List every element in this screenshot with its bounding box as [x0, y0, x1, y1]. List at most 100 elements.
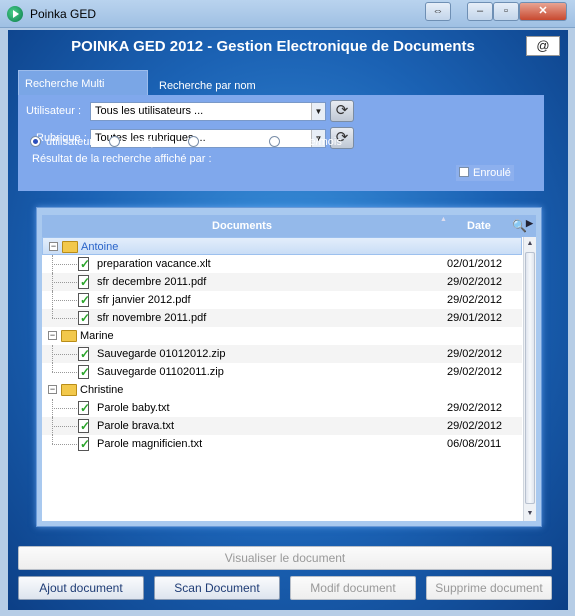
user-select[interactable]: Tous les utilisateurs ... ▼	[90, 102, 326, 121]
collapse-icon[interactable]: −	[49, 242, 58, 251]
minimize-button[interactable]: –	[467, 2, 493, 21]
tree-connector	[52, 264, 77, 265]
tree-connector	[52, 354, 77, 355]
document-check-icon	[78, 311, 90, 325]
document-row[interactable]: Parole brava.txt 29/02/2012	[42, 417, 522, 435]
scroll-down-icon[interactable]: ▼	[524, 507, 536, 521]
document-row[interactable]: Parole magnificien.txt 06/08/2011	[42, 435, 522, 453]
app-title: POINKA GED 2012 - Gestion Electronique d…	[71, 38, 475, 55]
display-by-label: Résultat de la recherche affiché par :	[32, 153, 212, 165]
tree-connector	[52, 309, 53, 318]
folder-icon	[61, 384, 77, 396]
window-titlebar: Poinka GED ⇔ – ▫ ✕	[0, 0, 575, 28]
refresh-icon: ⟳	[335, 102, 349, 119]
document-date: 29/02/2012	[447, 366, 503, 378]
document-check-icon	[78, 401, 90, 415]
radio-annee-mois[interactable]: année/mois	[269, 136, 342, 148]
tree-connector	[52, 363, 53, 372]
document-name: Parole magnificien.txt	[97, 438, 203, 450]
document-date: 29/02/2012	[447, 420, 503, 432]
document-name: sfr decembre 2011.pdf	[97, 276, 207, 288]
user-select-value: Tous les utilisateurs ...	[95, 105, 204, 117]
user-refresh-button[interactable]: ⟳	[330, 100, 354, 122]
maximize-button[interactable]: ▫	[493, 2, 519, 21]
radio-utilisateur[interactable]: utilisateur	[30, 136, 93, 148]
document-date: 06/08/2011	[447, 438, 502, 450]
document-date: 29/02/2012	[447, 276, 503, 288]
tree-connector	[52, 444, 77, 445]
radio-unchecked-icon	[109, 136, 120, 147]
tree-connector	[52, 300, 77, 301]
document-check-icon	[78, 347, 90, 361]
document-date: 02/01/2012	[447, 258, 503, 270]
email-button[interactable]: @	[526, 36, 560, 56]
tab-multi-criteria-search[interactable]: Recherche Multi Critères	[18, 70, 148, 116]
document-row[interactable]: sfr janvier 2012.pdf 29/02/2012	[42, 291, 522, 309]
document-name: preparation vacance.xlt	[97, 258, 211, 270]
list-header: Documents ▲ Date 🔍 ▶	[42, 215, 536, 237]
documents-tree[interactable]: Documents ▲ Date 🔍 ▶ − Antoine preparation…	[42, 215, 536, 521]
scrollbar-thumb[interactable]	[525, 252, 535, 504]
tree-group-row[interactable]: − Christine	[42, 381, 522, 399]
app-logo-icon	[7, 6, 23, 22]
scroll-up-icon[interactable]: ▲	[524, 237, 536, 251]
group-name: Christine	[80, 384, 124, 396]
tree-connector	[52, 318, 77, 319]
document-row[interactable]: sfr novembre 2011.pdf 29/01/2012	[42, 309, 522, 327]
tree-connector	[52, 282, 77, 283]
document-check-icon	[78, 419, 90, 433]
radio-checked-icon	[30, 136, 41, 147]
document-name: Parole baby.txt	[97, 402, 170, 414]
add-document-button[interactable]: Ajout document	[18, 576, 144, 600]
documents-list-container: Documents ▲ Date 🔍 ▶ − Antoine preparation…	[36, 207, 542, 527]
search-icon[interactable]: 🔍	[512, 219, 527, 233]
document-check-icon	[78, 437, 90, 451]
delete-document-button[interactable]: Supprime document	[426, 576, 552, 600]
collapse-icon[interactable]: −	[48, 331, 57, 340]
collapse-icon[interactable]: −	[48, 385, 57, 394]
tree-connector	[52, 408, 77, 409]
modify-document-button[interactable]: Modif document	[290, 576, 416, 600]
radio-unchecked-icon	[269, 136, 280, 147]
window-title: Poinka GED	[30, 7, 97, 21]
document-row[interactable]: Parole baby.txt 29/02/2012	[42, 399, 522, 417]
folder-icon	[61, 330, 77, 342]
user-label: Utilisateur :	[26, 105, 82, 117]
document-name: Sauvegarde 01012012.zip	[97, 348, 226, 360]
document-name: Parole brava.txt	[97, 420, 175, 432]
tree-group-row[interactable]: − Marine	[42, 327, 522, 345]
radio-annee[interactable]: année	[188, 136, 235, 148]
column-header-date[interactable]: Date	[467, 220, 491, 232]
document-name: Sauvegarde 01102011.zip	[97, 366, 224, 378]
tree-connector	[52, 435, 53, 444]
document-date: 29/02/2012	[447, 294, 503, 306]
document-name: sfr novembre 2011.pdf	[97, 312, 207, 324]
folder-icon	[62, 241, 78, 253]
close-button[interactable]: ✕	[519, 2, 567, 21]
sort-indicator-icon: ▲	[440, 216, 447, 223]
chevron-down-icon[interactable]: ▼	[311, 103, 325, 120]
view-document-button[interactable]: Visualiser le document	[18, 546, 552, 570]
column-header-documents[interactable]: Documents	[42, 220, 442, 232]
document-row[interactable]: sfr decembre 2011.pdf 29/02/2012	[42, 273, 522, 291]
radio-unchecked-icon	[188, 136, 199, 147]
document-check-icon	[78, 365, 90, 379]
resize-arrows-icon[interactable]: ⇔	[425, 2, 451, 21]
vertical-scrollbar[interactable]: ▲ ▼	[523, 237, 536, 521]
radio-rubrique[interactable]: rubrique	[109, 136, 165, 148]
group-name: Marine	[80, 330, 114, 342]
document-check-icon	[78, 275, 90, 289]
collapsed-checkbox[interactable]: Enroulé	[456, 165, 514, 181]
tree-connector	[52, 426, 77, 427]
document-row[interactable]: preparation vacance.xlt 02/01/2012	[42, 255, 522, 273]
document-row[interactable]: Sauvegarde 01102011.zip 29/02/2012	[42, 363, 522, 381]
main-panel: POINKA GED 2012 - Gestion Electronique d…	[8, 30, 568, 610]
group-name: Antoine	[81, 241, 119, 253]
tree-connector	[52, 372, 77, 373]
document-row[interactable]: Sauvegarde 01012012.zip 29/02/2012	[42, 345, 522, 363]
document-date: 29/01/2012	[447, 312, 503, 324]
tree-group-row[interactable]: − Antoine	[42, 237, 522, 255]
chevron-right-icon[interactable]: ▶	[526, 218, 533, 229]
scan-document-button[interactable]: Scan Document	[154, 576, 280, 600]
document-date: 29/02/2012	[447, 348, 503, 360]
